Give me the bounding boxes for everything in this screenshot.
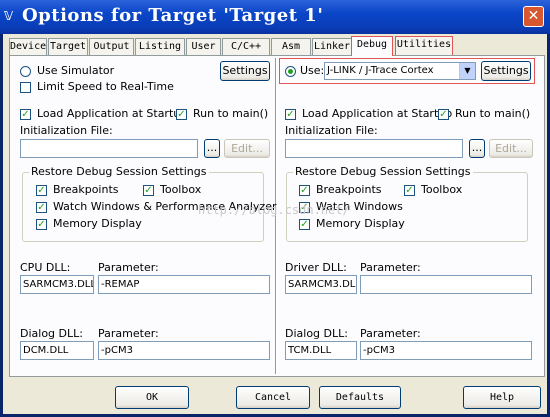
left-init-file-label: Initialization File: — [20, 124, 113, 137]
limit-speed-label: Limit Speed to Real-Time — [37, 80, 174, 93]
right-toolbox-checkbox[interactable]: ✓ — [404, 185, 415, 196]
right-load-app-checkbox[interactable]: ✓ — [285, 109, 296, 120]
left-load-app-checkbox[interactable]: ✓ — [20, 109, 31, 120]
use-driver-radio[interactable] — [285, 66, 296, 77]
left-edit-button[interactable]: Edit... — [224, 139, 270, 158]
right-init-file-label: Initialization File: — [285, 124, 378, 137]
driver-dll-label: Driver DLL: — [285, 261, 347, 274]
right-toolbox-label: Toolbox — [421, 183, 463, 196]
right-dialog-param-field[interactable]: -pCM3 — [360, 341, 532, 360]
left-toolbox-label: Toolbox — [160, 183, 202, 196]
title-bar[interactable]: 𝕍 Options for Target 'Target 1' ✕ — [0, 0, 550, 34]
cpu-dll-field[interactable]: SARMCM3.DLL — [20, 275, 94, 294]
tab-user[interactable]: User — [186, 38, 221, 55]
right-settings-button[interactable]: Settings — [481, 61, 531, 81]
driver-param-label: Parameter: — [360, 261, 421, 274]
defaults-button[interactable]: Defaults — [319, 386, 401, 409]
uv-icon: 𝕍 — [4, 9, 14, 23]
cpu-dll-label: CPU DLL: — [20, 261, 71, 274]
right-run-to-main-checkbox[interactable]: ✓ — [438, 109, 449, 120]
options-dialog: 𝕍 Options for Target 'Target 1' ✕ Device… — [0, 0, 550, 417]
limit-speed-checkbox[interactable] — [20, 82, 31, 93]
tab-asm[interactable]: Asm — [271, 38, 311, 55]
close-button[interactable]: ✕ — [523, 6, 544, 27]
driver-select[interactable]: J-LINK / J-Trace Cortex ▼ — [324, 62, 476, 80]
left-browse-button[interactable]: ... — [204, 139, 220, 158]
tab-cpp[interactable]: C/C++ — [222, 38, 270, 55]
right-memory-label: Memory Display — [316, 217, 405, 230]
left-run-to-main-label: Run to main() — [193, 107, 269, 120]
right-run-to-main-label: Run to main() — [455, 107, 531, 120]
left-dialog-param-label: Parameter: — [98, 327, 159, 340]
left-run-to-main-checkbox[interactable]: ✓ — [176, 109, 187, 120]
tab-output[interactable]: Output — [89, 38, 134, 55]
use-driver-label: Use: — [300, 64, 325, 77]
close-icon: ✕ — [527, 8, 540, 24]
right-edit-button[interactable]: Edit... — [489, 139, 533, 158]
right-breakpoints-checkbox[interactable]: ✓ — [299, 185, 310, 196]
cpu-param-label: Parameter: — [98, 261, 159, 274]
right-memory-checkbox[interactable]: ✓ — [299, 219, 310, 230]
left-dialog-dll-field[interactable]: DCM.DLL — [20, 341, 94, 360]
left-watch-checkbox[interactable]: ✓ — [36, 202, 47, 213]
use-simulator-label: Use Simulator — [37, 64, 115, 77]
left-settings-button[interactable]: Settings — [220, 61, 270, 81]
tab-target[interactable]: Target — [48, 38, 88, 55]
right-restore-group-label: Restore Debug Session Settings — [293, 165, 473, 178]
tab-listing[interactable]: Listing — [135, 38, 185, 55]
left-load-app-label: Load Application at Startup — [37, 107, 188, 120]
right-dialog-dll-field[interactable]: TCM.DLL — [285, 341, 357, 360]
tab-utilities[interactable]: Utilities — [395, 36, 453, 56]
right-dialog-param-label: Parameter: — [360, 327, 421, 340]
left-init-file-field[interactable] — [20, 139, 198, 158]
cpu-param-field[interactable]: -REMAP — [98, 275, 270, 294]
left-restore-group-label: Restore Debug Session Settings — [29, 165, 209, 178]
left-breakpoints-checkbox[interactable]: ✓ — [36, 185, 47, 196]
driver-dll-field[interactable]: SARMCM3.DLL — [285, 275, 357, 294]
tab-device[interactable]: Device — [9, 38, 47, 55]
watermark-text: http://blog.csdn.net/ — [198, 203, 350, 217]
left-memory-label: Memory Display — [53, 217, 142, 230]
driver-param-field[interactable] — [360, 275, 532, 294]
tab-linker[interactable]: Linker — [312, 38, 352, 55]
left-memory-checkbox[interactable]: ✓ — [36, 219, 47, 230]
help-button[interactable]: Help — [463, 386, 541, 409]
right-dialog-dll-label: Dialog DLL: — [285, 327, 348, 340]
chevron-down-icon[interactable]: ▼ — [459, 63, 475, 79]
right-browse-button[interactable]: ... — [469, 139, 485, 158]
right-load-app-label: Load Application at Startup — [302, 107, 453, 120]
left-dialog-param-field[interactable]: -pCM3 — [98, 341, 270, 360]
right-breakpoints-label: Breakpoints — [316, 183, 382, 196]
driver-select-value: J-LINK / J-Trace Cortex — [327, 65, 434, 76]
left-dialog-dll-label: Dialog DLL: — [20, 327, 83, 340]
use-simulator-radio[interactable] — [20, 66, 31, 77]
tab-debug[interactable]: Debug — [351, 36, 393, 56]
right-init-file-field[interactable] — [285, 139, 463, 158]
ok-button[interactable]: OK — [115, 386, 189, 409]
cancel-button[interactable]: Cancel — [236, 386, 310, 409]
window-title: Options for Target 'Target 1' — [22, 5, 324, 26]
debug-panel: Use Simulator Limit Speed to Real-Time S… — [9, 55, 545, 377]
left-toolbox-checkbox[interactable]: ✓ — [143, 185, 154, 196]
left-breakpoints-label: Breakpoints — [53, 183, 119, 196]
